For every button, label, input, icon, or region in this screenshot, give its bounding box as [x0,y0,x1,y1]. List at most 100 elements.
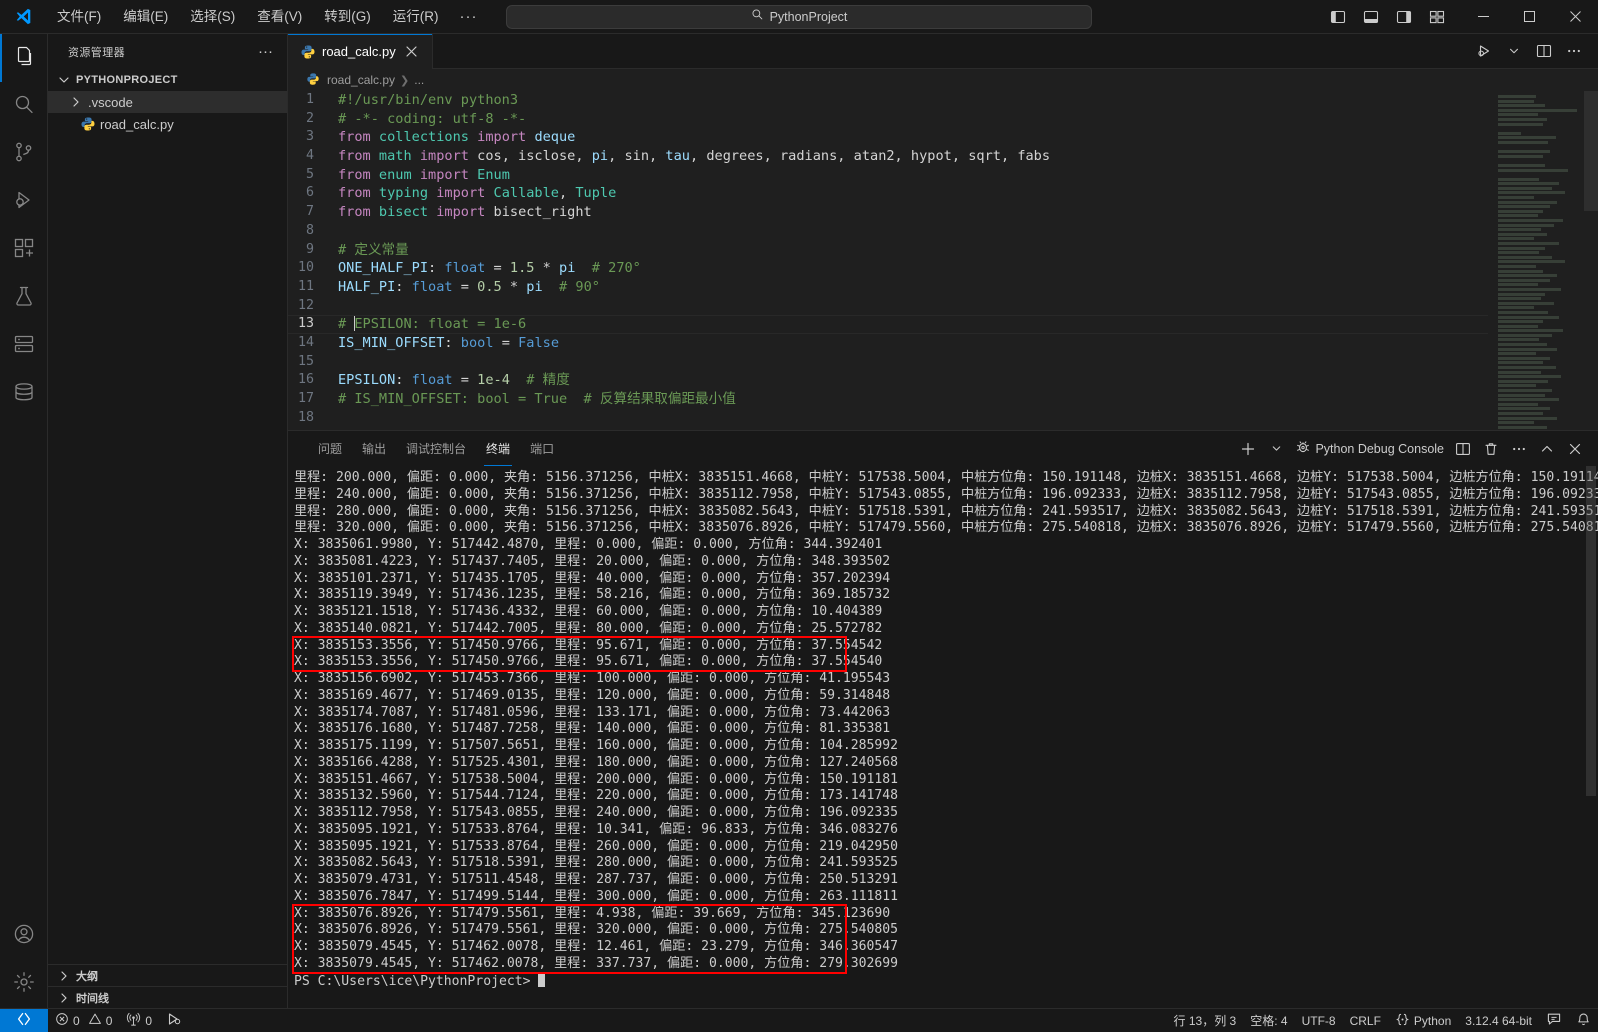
tab-close-icon[interactable] [402,42,422,62]
sidebar-section-outline[interactable]: 大纲 [48,964,287,986]
tab-debug-console[interactable]: 调试控制台 [396,431,476,466]
minimap-line [1498,416,1558,420]
sidebar-more-actions-button[interactable]: ··· [252,44,279,60]
status-remote-window-button[interactable] [0,1008,48,1032]
run-options-chevron-down-icon[interactable] [1500,38,1528,64]
menu-file[interactable]: 文件(F) [46,5,112,29]
kill-terminal-button[interactable] [1478,436,1504,462]
code-line[interactable]: 12 [288,297,1488,316]
code-line[interactable]: 15 [288,353,1488,372]
toggle-primary-sidebar-icon[interactable] [1323,4,1353,30]
code-line[interactable]: 1 #!/usr/bin/env python3 [288,91,1488,110]
maximize-panel-button[interactable] [1534,436,1560,462]
tab-ports[interactable]: 端口 [520,431,564,466]
activitybar-item-source-control[interactable] [0,130,48,178]
code-line[interactable]: 6 from typing import Callable, Tuple [288,184,1488,203]
activitybar-item-accounts[interactable] [0,912,48,960]
editor-more-actions-button[interactable] [1560,38,1588,64]
status-indentation[interactable]: 空格: 4 [1243,1009,1294,1032]
terminal-scrollbar-thumb[interactable] [1586,466,1596,796]
toggle-panel-icon[interactable] [1356,4,1386,30]
split-editor-right-button[interactable] [1530,38,1558,64]
code-line[interactable]: 17 # IS_MIN_OFFSET: bool = True # 反算结果取偏距… [288,390,1488,409]
tab-terminal[interactable]: 终端 [476,431,520,466]
status-editor-position[interactable]: 行 13，列 3 [1167,1009,1244,1032]
terminal-line: X: 3835101.2371, Y: 517435.1705, 里程: 40.… [294,570,891,586]
activitybar-item-remote-explorer[interactable] [0,322,48,370]
editor-scrollbar-thumb[interactable] [1584,91,1598,211]
code-line[interactable]: 4 from math import cos, isclose, pi, sin,… [288,147,1488,166]
run-python-file-button[interactable] [1470,38,1498,64]
editor-vertical-scrollbar[interactable] [1584,91,1598,430]
tree-item-vscode-folder[interactable]: .vscode [48,91,287,113]
activitybar-item-extensions[interactable] [0,226,48,274]
minimap-line [1498,131,1522,135]
breadcrumb-file[interactable]: road_calc.py [306,72,395,88]
status-ports[interactable]: 0 [119,1009,159,1032]
status-language-mode[interactable]: Python [1388,1009,1458,1032]
customize-layout-icon[interactable] [1422,4,1452,30]
panel-more-actions-button[interactable] [1506,436,1532,462]
sidebar-section-timeline[interactable]: 时间线 [48,986,287,1008]
tab-problems[interactable]: 问题 [308,431,352,466]
code-line[interactable]: 2 # -*- coding: utf-8 -*- [288,110,1488,129]
code-line[interactable]: 13 # EPSILON: float = 1e-6 [288,315,1488,334]
activitybar-item-explorer[interactable] [0,34,48,82]
minimap-line [1498,168,1569,172]
menu-more-button[interactable]: ··· [450,9,488,24]
activitybar-item-database[interactable] [0,370,48,418]
code-line[interactable]: 11 HALF_PI: float = 0.5 * pi # 90° [288,278,1488,297]
status-feedback[interactable] [1539,1009,1569,1032]
code-line[interactable]: 10 ONE_HALF_PI: float = 1.5 * pi # 270° [288,259,1488,278]
minimize-button[interactable] [1460,0,1506,34]
activitybar-item-run-and-debug[interactable] [0,178,48,226]
code-line[interactable]: 18 [288,409,1488,428]
split-terminal-button[interactable] [1450,436,1476,462]
code-line[interactable]: 14 IS_MIN_OFFSET: bool = False [288,334,1488,353]
minimap-line [1498,260,1565,264]
close-button[interactable] [1552,0,1598,34]
new-terminal-chevron-down-icon[interactable] [1263,436,1289,462]
activitybar-item-settings[interactable] [0,960,48,1008]
code-line[interactable]: 8 [288,222,1488,241]
tab-road-calc-py[interactable]: road_calc.py [288,34,433,69]
code-line[interactable]: 9 # 定义常量 [288,241,1488,260]
tab-output[interactable]: 输出 [352,431,396,466]
maximize-button[interactable] [1506,0,1552,34]
code-line[interactable]: 7 from bisect import bisect_right [288,203,1488,222]
activitybar-item-search[interactable] [0,82,48,130]
minimap[interactable] [1488,91,1598,430]
active-terminal-selector[interactable]: Python Debug Console [1291,436,1448,462]
terminal-prompt[interactable]: PS C:\Users\ice\PythonProject> [294,972,1598,990]
code-line[interactable]: 3 from collections import deque [288,128,1488,147]
code-editor[interactable]: 1 #!/usr/bin/env python3 2 # -*- coding: ut… [288,91,1598,430]
status-problems[interactable]: 0 0 [48,1009,119,1032]
command-center[interactable]: PythonProject [506,4,1092,29]
new-terminal-button[interactable] [1235,436,1261,462]
tree-item-road-calc-py[interactable]: road_calc.py [48,113,287,135]
database-icon [12,380,36,409]
terminal-output[interactable]: 里程: 200.000, 偏距: 0.000, 夹角: 5156.371256,… [288,466,1598,1008]
menu-run[interactable]: 运行(R) [382,5,450,29]
minimap-line [1498,264,1536,268]
code-line[interactable]: 16 EPSILON: float = 1e-4 # 精度 [288,371,1488,390]
menu-selection[interactable]: 选择(S) [179,5,246,29]
activitybar-item-testing[interactable] [0,274,48,322]
status-encoding[interactable]: UTF-8 [1295,1009,1343,1032]
code-lines[interactable]: 1 #!/usr/bin/env python3 2 # -*- coding: ut… [288,91,1488,430]
menu-view[interactable]: 查看(V) [246,5,313,29]
breadcrumb-symbol[interactable]: ... [414,73,424,87]
status-debug-run[interactable] [159,1009,189,1032]
toggle-secondary-sidebar-icon[interactable] [1389,4,1419,30]
explorer-root-folder[interactable]: PYTHONPROJECT [48,69,287,91]
minimap-line [1498,287,1561,291]
menu-go[interactable]: 转到(G) [313,5,382,29]
status-notifications[interactable] [1569,1009,1598,1032]
status-python-interpreter[interactable]: 3.12.4 64-bit [1458,1009,1539,1032]
file-tree: .vscode road_calc.py [48,91,287,964]
status-eol[interactable]: CRLF [1343,1009,1388,1032]
terminal-scrollbar[interactable] [1586,466,1596,1008]
close-panel-button[interactable] [1562,436,1588,462]
code-line[interactable]: 5 from enum import Enum [288,166,1488,185]
menu-edit[interactable]: 编辑(E) [112,5,179,29]
